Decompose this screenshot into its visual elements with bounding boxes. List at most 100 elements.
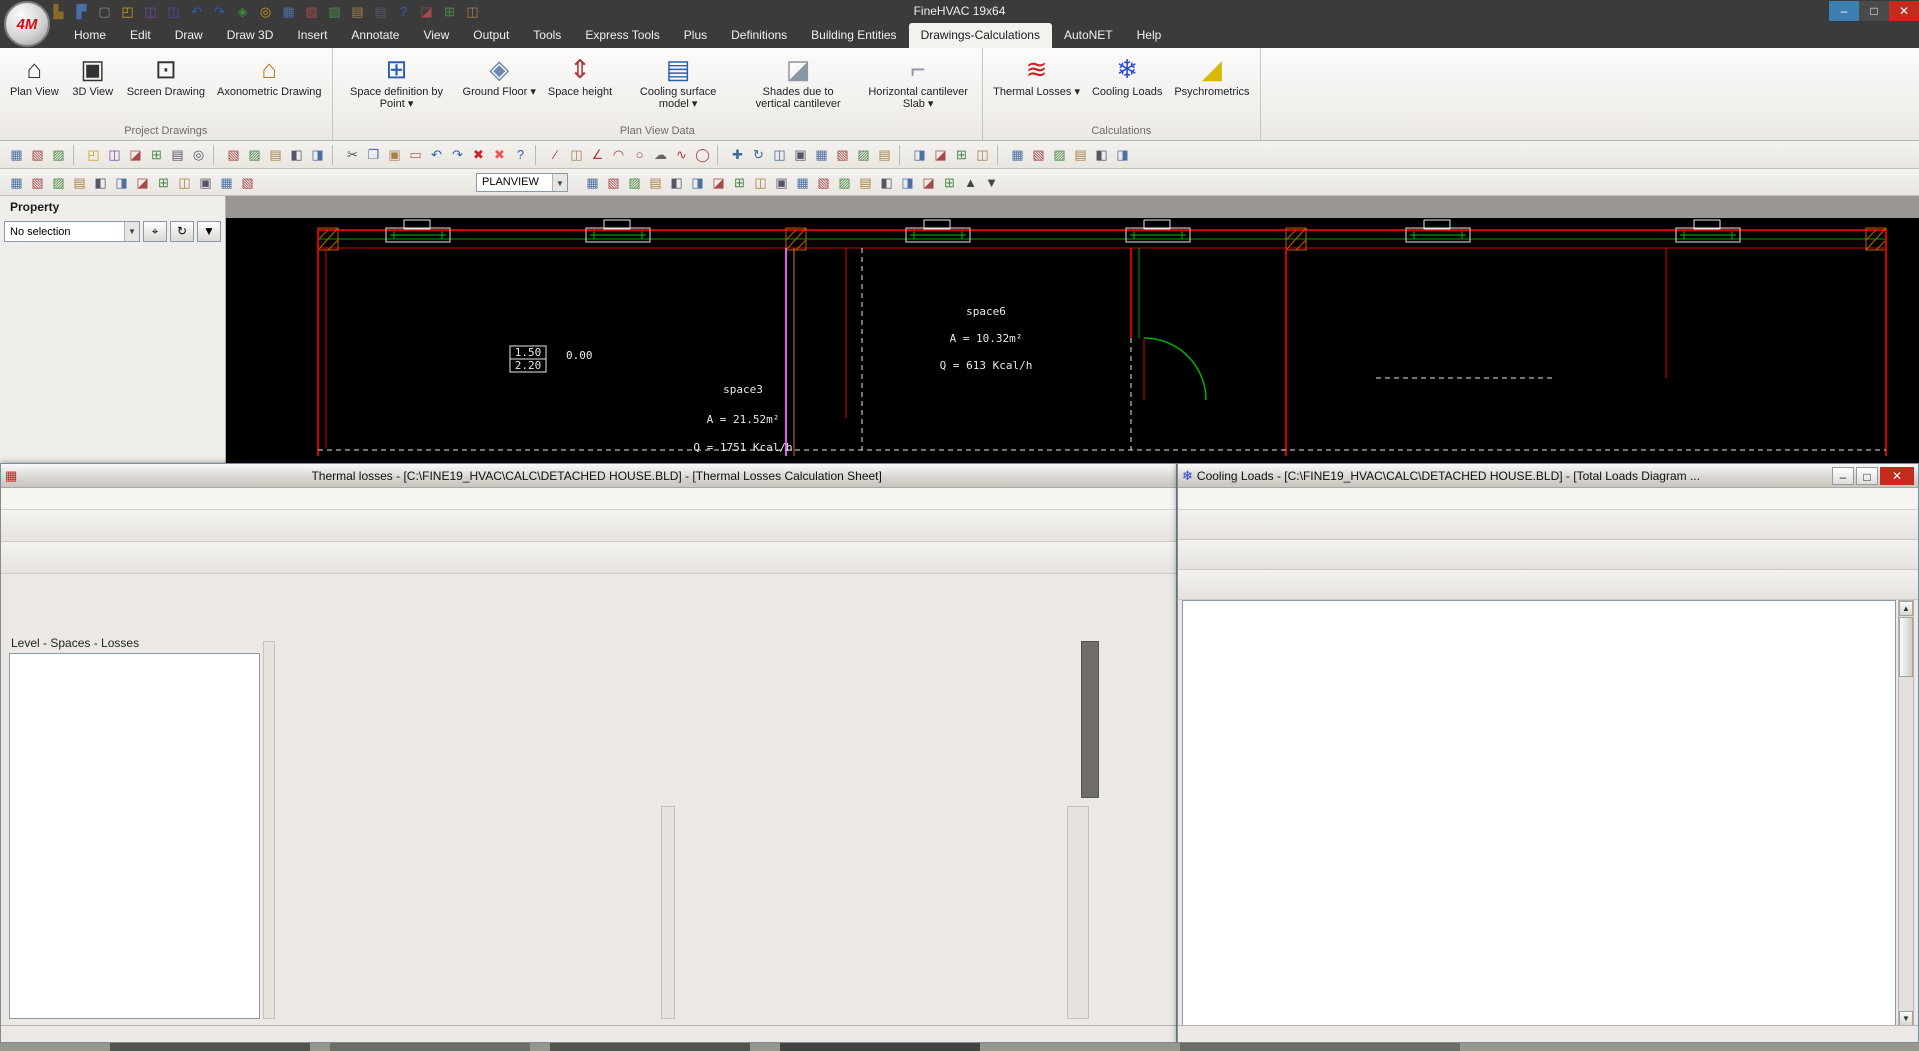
ribbon-button-space-definition-by-point[interactable]: ⊞Space definition by Point ▾ (338, 51, 456, 113)
ribbon-button-shades-due-to-vertical-cantilever[interactable]: ◪Shades due to vertical cantilever (739, 51, 857, 113)
dim-angular-icon[interactable]: ▣ (195, 172, 216, 193)
render-3d-icon[interactable]: ◫ (462, 1, 483, 22)
hatch-icon[interactable]: ◧ (666, 172, 687, 193)
tab-plus[interactable]: Plus (672, 23, 719, 48)
scale-icon[interactable]: ▧ (832, 144, 853, 165)
tab-annotate[interactable]: Annotate (339, 23, 411, 48)
ellipse-icon[interactable]: ◯ (692, 144, 713, 165)
tab-express-tools[interactable]: Express Tools (573, 23, 671, 48)
pan-icon[interactable]: ⊞ (951, 144, 972, 165)
image-attach-icon[interactable]: ▤ (855, 172, 876, 193)
close-button[interactable]: ✕ (1889, 1, 1919, 21)
cooling-maximize-button[interactable]: □ (1856, 467, 1878, 485)
arc-icon[interactable]: ◠ (608, 144, 629, 165)
splitter[interactable] (263, 641, 275, 1019)
arrow-up-icon[interactable]: ▲ (960, 172, 981, 193)
cooling-titlebar[interactable]: ❄ Cooling Loads - [C:\FINE19_HVAC\CALC\D… (1178, 464, 1918, 488)
open-icon[interactable]: ◰ (83, 144, 104, 165)
cad-canvas[interactable]: space3 A = 21.52m² Q = 1751 Kcal/h space… (226, 218, 1919, 463)
window-icon[interactable]: ▨ (48, 172, 69, 193)
ribbon-button-cooling-loads[interactable]: ❄Cooling Loads (1087, 51, 1167, 101)
cancel-x-icon[interactable]: ✖ (489, 144, 510, 165)
charts-scrollbar[interactable]: ▲ ▼ (1898, 600, 1914, 1027)
grid-toggle-icon[interactable]: ▧ (1028, 144, 1049, 165)
bld-badge-icon[interactable]: ▦ (6, 144, 27, 165)
dim-linear-icon[interactable]: ◫ (174, 172, 195, 193)
refresh-icon[interactable]: ↻ (170, 221, 194, 242)
quick-select-icon[interactable]: ⌖ (143, 221, 167, 242)
erase-icon[interactable]: ▭ (405, 144, 426, 165)
mirror-icon[interactable]: ◫ (769, 144, 790, 165)
redo-icon[interactable]: ↷ (447, 144, 468, 165)
orbit-icon[interactable]: ◈ (232, 1, 253, 22)
rotate-icon[interactable]: ↻ (748, 144, 769, 165)
line-icon[interactable]: ∕ (545, 144, 566, 165)
match-props-icon[interactable]: ◧ (1091, 144, 1112, 165)
spaces-tree[interactable] (9, 653, 260, 1019)
tab-edit[interactable]: Edit (118, 23, 163, 48)
offset-icon[interactable]: ▣ (790, 144, 811, 165)
layout-copy-icon[interactable]: ⊞ (439, 1, 460, 22)
copy-icon[interactable]: ❐ (363, 144, 384, 165)
preview-icon[interactable]: ◎ (188, 144, 209, 165)
splitter[interactable] (1067, 806, 1089, 1019)
calculator-icon[interactable]: ◨ (1112, 144, 1133, 165)
new-file-icon[interactable]: ▢ (94, 1, 115, 22)
ribbon-button-space-height[interactable]: ⇕Space height (543, 51, 617, 101)
properties-icon[interactable]: ▤ (1070, 144, 1091, 165)
move-icon[interactable]: ✚ (727, 144, 748, 165)
save-as-icon[interactable]: ◫ (163, 1, 184, 22)
layers-icon[interactable]: ◨ (307, 144, 328, 165)
shade-gouraud-icon[interactable]: ▨ (324, 1, 345, 22)
shade-render-icon[interactable]: ▤ (347, 1, 368, 22)
cooling-close-button[interactable]: ✕ (1880, 467, 1914, 485)
materials-icon[interactable]: ⊞ (939, 172, 960, 193)
views-icon[interactable]: ◫ (972, 144, 993, 165)
line-style-2-icon[interactable]: ▧ (603, 172, 624, 193)
thermal-titlebar[interactable]: ▦ Thermal losses - [C:\FINE19_HVAC\CALC\… (1, 464, 1176, 488)
filter-icon[interactable]: ▼ (197, 221, 221, 242)
charts-client-area[interactable] (1182, 600, 1896, 1027)
cooling-minimize-button[interactable]: – (1832, 467, 1854, 485)
boundary-icon[interactable]: ◪ (708, 172, 729, 193)
tab-draw-3d[interactable]: Draw 3D (215, 23, 286, 48)
paste-icon[interactable]: ▣ (384, 144, 405, 165)
zoom-extents-icon[interactable]: ◪ (930, 144, 951, 165)
chevron-down-icon[interactable]: ▼ (552, 174, 567, 191)
save-icon[interactable]: ◫ (104, 144, 125, 165)
open-file-icon[interactable]: ◰ (117, 1, 138, 22)
shade-hidden-icon[interactable]: ▧ (301, 1, 322, 22)
measure-icon[interactable]: ▤ (874, 144, 895, 165)
tab-draw[interactable]: Draw (163, 23, 215, 48)
block-icon[interactable]: ▦ (792, 172, 813, 193)
leader-icon[interactable]: ▦ (216, 172, 237, 193)
column-icon[interactable]: ◧ (90, 172, 111, 193)
tab-output[interactable]: Output (461, 23, 521, 48)
region-icon[interactable]: ⊞ (729, 172, 750, 193)
slab-icon[interactable]: ◨ (111, 172, 132, 193)
line-style-3-icon[interactable]: ▨ (624, 172, 645, 193)
cell-merge-icon[interactable]: ▣ (771, 172, 792, 193)
tab-definitions[interactable]: Definitions (719, 23, 799, 48)
ribbon-button-axonometric-drawing[interactable]: ⌂Axonometric Drawing (212, 51, 327, 101)
monitor-icon[interactable]: ▧ (27, 144, 48, 165)
text-style-icon[interactable]: ◧ (286, 144, 307, 165)
ribbon-button-3d-view[interactable]: ▣3D View (66, 51, 120, 101)
tab-autonet[interactable]: AutoNET (1052, 23, 1125, 48)
chevron-down-icon[interactable]: ▼ (124, 222, 139, 241)
print-icon[interactable]: ▤ (167, 144, 188, 165)
print-icon[interactable]: ▤ (370, 1, 391, 22)
shade-wireframe-icon[interactable]: ▦ (278, 1, 299, 22)
maximize-button[interactable]: □ (1859, 1, 1889, 21)
undo-icon[interactable]: ↶ (426, 144, 447, 165)
scroll-down-icon[interactable]: ▼ (1899, 1011, 1913, 1026)
minimize-button[interactable]: – (1829, 1, 1859, 21)
splitter[interactable] (661, 806, 675, 1019)
bld-new-icon[interactable]: ▙ (48, 1, 69, 22)
line-style-4-icon[interactable]: ▤ (645, 172, 666, 193)
tab-view[interactable]: View (411, 23, 461, 48)
ribbon-button-screen-drawing[interactable]: ⊡Screen Drawing (122, 51, 210, 101)
help-blue-icon[interactable]: ? (510, 144, 531, 165)
wall-icon[interactable]: ▦ (6, 172, 27, 193)
zoom-icon[interactable]: ◎ (255, 1, 276, 22)
